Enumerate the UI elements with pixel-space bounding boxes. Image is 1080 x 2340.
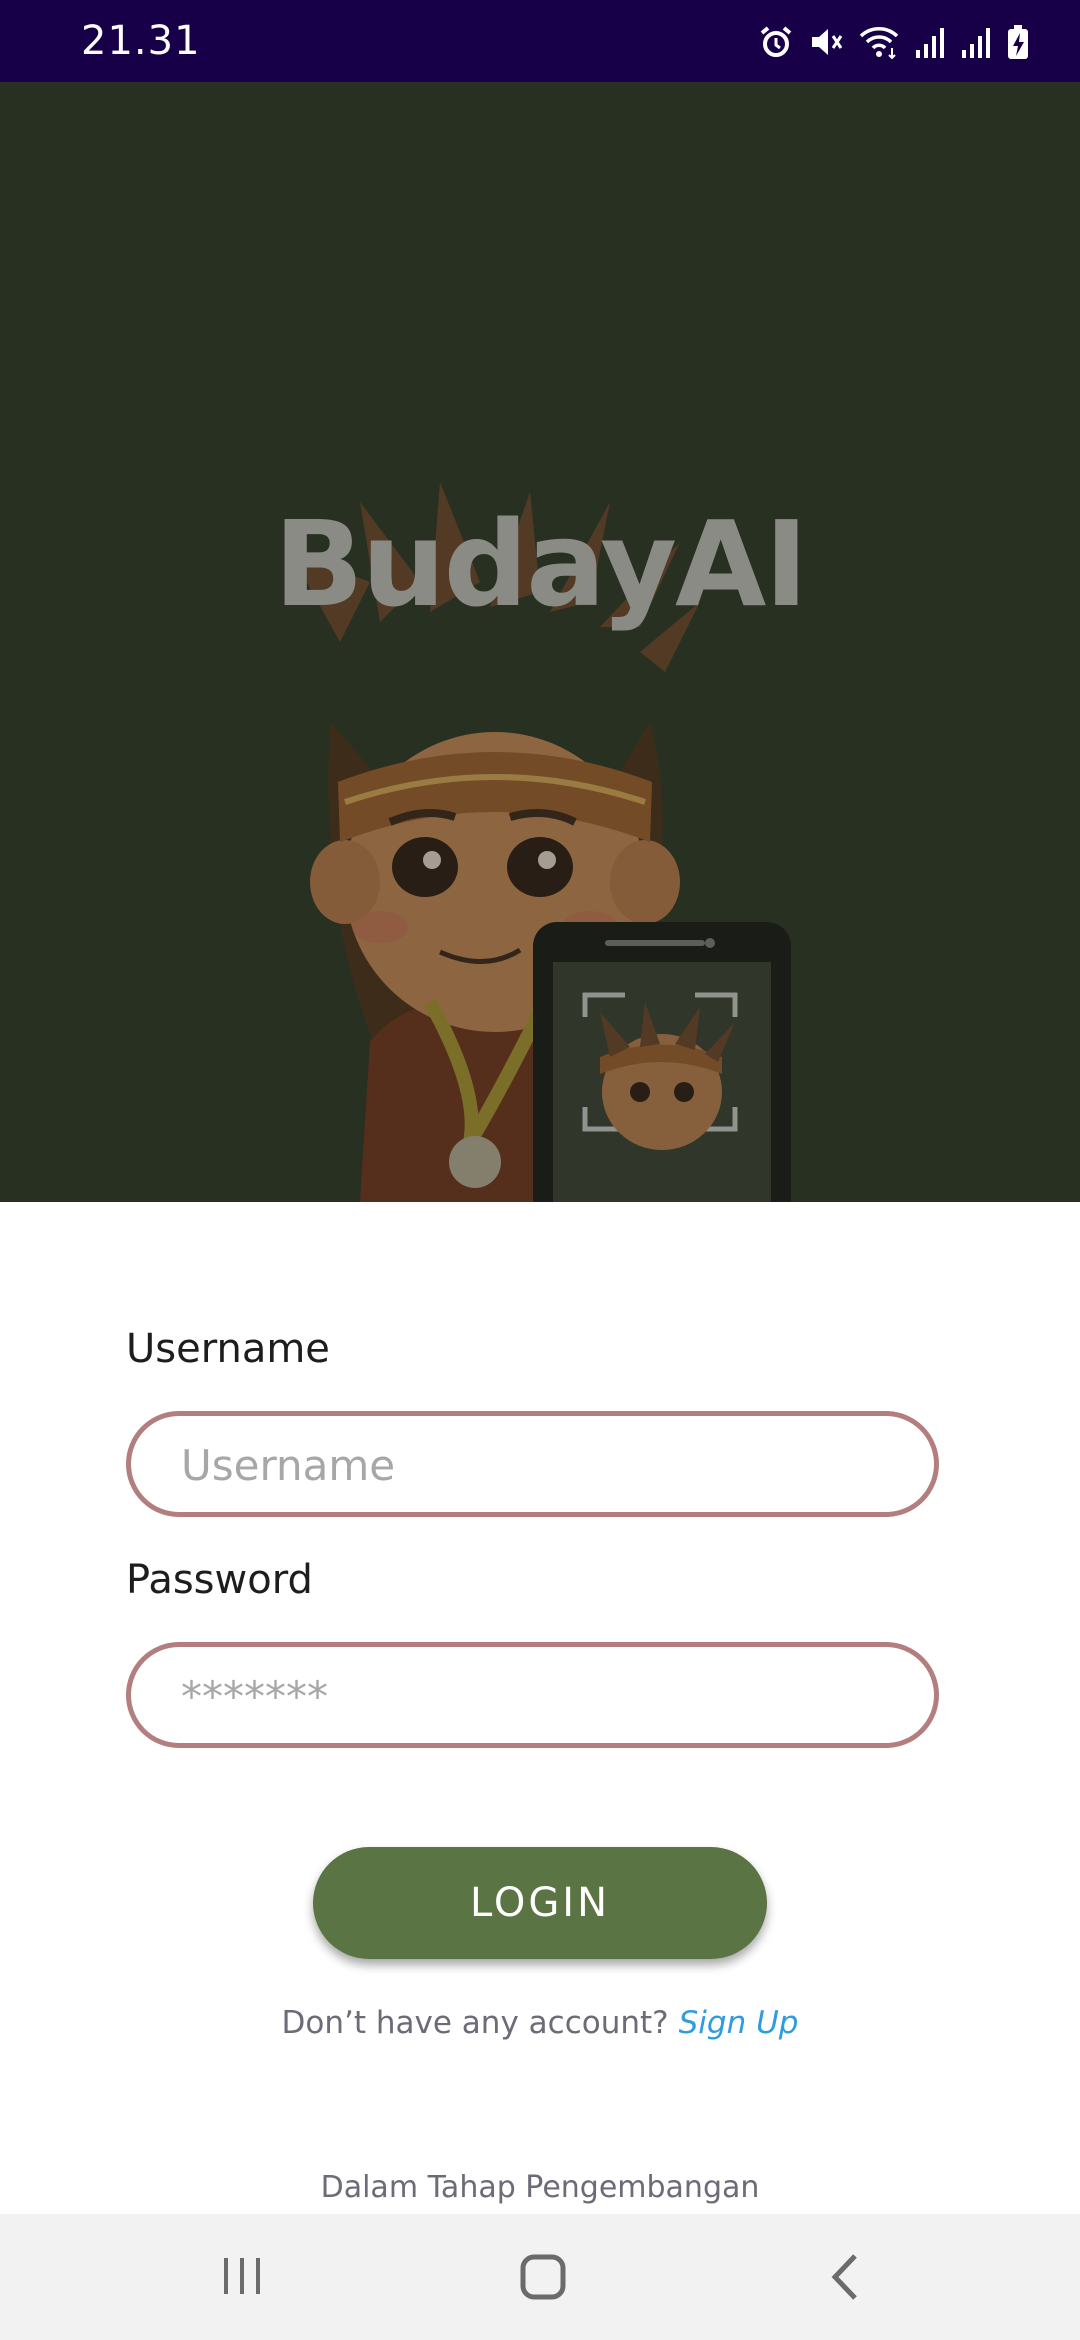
mute-icon bbox=[808, 24, 844, 60]
login-form: Username Password LOGIN Don’t have any a… bbox=[0, 1202, 1080, 2214]
password-field[interactable] bbox=[126, 1642, 939, 1748]
signal-icon bbox=[914, 24, 946, 60]
alarm-icon bbox=[758, 24, 794, 60]
back-icon[interactable] bbox=[815, 2250, 875, 2304]
system-nav-bar bbox=[0, 2214, 1080, 2340]
app-title: BudayAI bbox=[273, 495, 809, 633]
recent-apps-icon[interactable] bbox=[212, 2250, 272, 2304]
mascot-illustration bbox=[0, 82, 1080, 1202]
home-icon[interactable] bbox=[513, 2250, 573, 2304]
wifi-icon bbox=[858, 24, 900, 60]
signup-prompt: Don’t have any account? bbox=[281, 2005, 669, 2041]
signup-link[interactable]: Sign Up bbox=[679, 2005, 799, 2041]
development-note: Dalam Tahap Pengembangan bbox=[320, 2170, 760, 2205]
signal-icon bbox=[960, 24, 992, 60]
username-input[interactable] bbox=[179, 1416, 883, 1514]
password-input[interactable] bbox=[179, 1647, 883, 1745]
username-field[interactable] bbox=[126, 1411, 939, 1517]
login-button[interactable]: LOGIN bbox=[313, 1847, 767, 1959]
hero-banner: BudayAI bbox=[0, 82, 1080, 1202]
signup-row: Don’t have any account? Sign Up bbox=[0, 2005, 1080, 2041]
password-label: Password bbox=[126, 1557, 313, 1603]
status-icons bbox=[758, 22, 1030, 62]
battery-charging-icon bbox=[1006, 24, 1030, 60]
status-bar: 21.31 bbox=[0, 0, 1080, 82]
username-label: Username bbox=[126, 1326, 330, 1372]
status-time: 21.31 bbox=[81, 18, 201, 64]
